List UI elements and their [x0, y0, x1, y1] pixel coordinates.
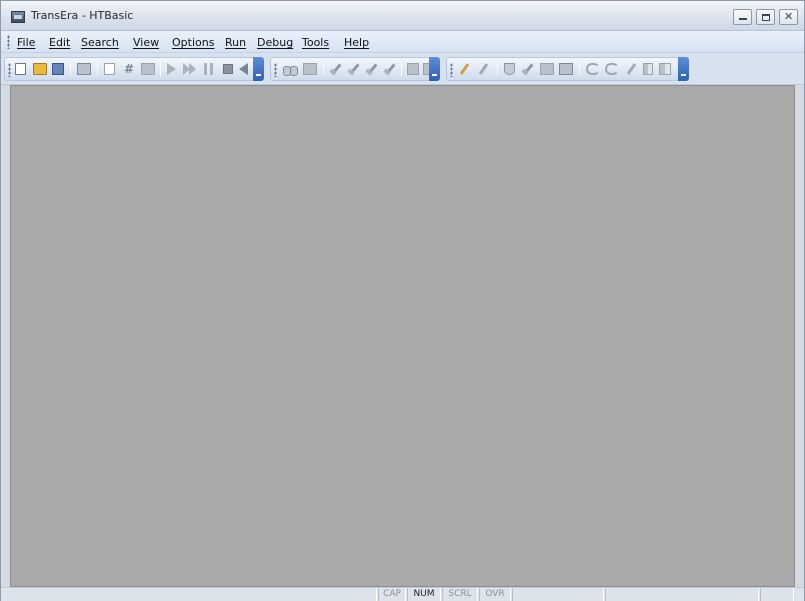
pen-icon[interactable]	[625, 63, 639, 75]
pause-icon[interactable]	[204, 63, 213, 75]
tool-c-icon[interactable]	[365, 63, 379, 75]
minimize-icon	[739, 18, 747, 20]
toolbar-grip-icon[interactable]	[450, 63, 453, 77]
menu-run[interactable]: Run	[225, 36, 246, 49]
status-num: NUM	[407, 588, 441, 601]
redo-icon[interactable]	[605, 63, 619, 75]
menu-tools[interactable]: Tools	[302, 36, 329, 49]
brush-color-icon[interactable]	[477, 63, 491, 75]
toolbar-separator	[97, 62, 98, 76]
status-panel-blank	[605, 588, 759, 601]
debug-toolbar	[446, 57, 689, 81]
menu-bar: File Edit Search View Options Run Debug …	[1, 31, 804, 53]
run-icon[interactable]	[167, 63, 176, 75]
list-icon[interactable]	[141, 63, 155, 75]
toolbar-separator	[70, 62, 71, 76]
window-title: TransEra - HTBasic	[31, 9, 134, 22]
menu-options[interactable]: Options	[172, 36, 214, 49]
maximize-button[interactable]	[756, 9, 775, 25]
menu-edit[interactable]: Edit	[49, 36, 70, 49]
mdi-client-area[interactable]	[10, 85, 795, 587]
save-icon[interactable]	[52, 63, 64, 75]
print-icon[interactable]	[77, 63, 91, 75]
toolbar-grip-icon[interactable]	[274, 63, 277, 77]
menu-view[interactable]: View	[133, 36, 159, 49]
status-panel-blank	[760, 588, 794, 601]
main-toolbar: #	[4, 57, 264, 81]
stop-icon[interactable]	[223, 64, 233, 74]
paste-icon[interactable]	[559, 63, 573, 75]
title-bar[interactable]: TransEra - HTBasic ✕	[1, 1, 804, 31]
maximize-icon	[762, 14, 770, 21]
close-icon: ✕	[784, 10, 794, 23]
step-back-icon[interactable]	[239, 63, 248, 75]
status-message-panel	[1, 588, 377, 601]
status-bar: CAP NUM SCRL OVR	[1, 587, 804, 601]
undo-icon[interactable]	[586, 63, 600, 75]
app-window: TransEra - HTBasic ✕ File Edit Search Vi…	[0, 0, 805, 601]
toolbar-separator	[579, 62, 580, 76]
copy-icon[interactable]	[540, 63, 554, 75]
toolbar-grip-icon[interactable]	[8, 63, 11, 77]
status-panel-blank	[512, 588, 604, 601]
replace-icon[interactable]	[303, 63, 317, 75]
toolbar-options-chevron-icon[interactable]	[678, 57, 689, 81]
open-folder-icon[interactable]	[33, 63, 47, 75]
toolbar-options-chevron-icon[interactable]	[253, 57, 264, 81]
edit-icon[interactable]	[104, 63, 115, 75]
tool-d-icon[interactable]	[383, 63, 397, 75]
line-numbers-icon[interactable]: #	[122, 63, 136, 75]
tab-right-icon[interactable]	[659, 63, 671, 75]
menu-file[interactable]: File	[17, 36, 35, 49]
continue-icon[interactable]	[183, 63, 197, 75]
search-toolbar	[270, 57, 440, 81]
bookmark-a-icon[interactable]	[407, 63, 419, 75]
brush-icon[interactable]	[458, 63, 472, 75]
tab-icon[interactable]	[643, 63, 653, 75]
status-scrl: SCRL	[442, 588, 478, 601]
status-ovr: OVR	[479, 588, 511, 601]
status-cap: CAP	[378, 588, 406, 601]
find-icon[interactable]	[283, 63, 298, 76]
menu-debug[interactable]: Debug	[257, 36, 293, 49]
tool-b-icon[interactable]	[347, 63, 361, 75]
tool-a-icon[interactable]	[329, 63, 343, 75]
scissors-icon[interactable]	[521, 63, 535, 75]
flask-icon[interactable]	[504, 63, 515, 75]
toolbar-separator	[497, 62, 498, 76]
toolbar-separator	[323, 62, 324, 76]
toolbar-separator	[401, 62, 402, 76]
minimize-button[interactable]	[733, 9, 752, 25]
toolbar-row: #	[1, 53, 804, 85]
toolbar-separator	[160, 62, 161, 76]
menu-search[interactable]: Search	[81, 36, 119, 49]
toolbar-options-chevron-icon[interactable]	[429, 57, 440, 81]
menubar-grip-icon[interactable]	[7, 35, 10, 49]
close-button[interactable]: ✕	[779, 9, 798, 25]
app-icon[interactable]	[11, 11, 25, 23]
new-file-icon[interactable]	[15, 63, 26, 75]
menu-help[interactable]: Help	[344, 36, 369, 49]
